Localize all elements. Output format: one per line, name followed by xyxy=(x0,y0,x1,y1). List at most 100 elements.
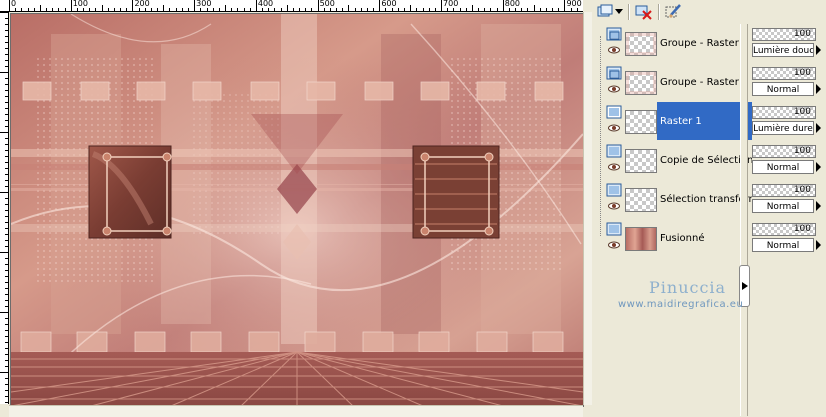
ruler-tick xyxy=(132,0,134,11)
blend-mode-arrow-icon[interactable] xyxy=(816,45,821,55)
layer-properties-row: 100 Lumière dure xyxy=(750,102,826,140)
new-layer-button[interactable] xyxy=(596,2,616,22)
opacity-slider[interactable]: 100 xyxy=(752,145,816,158)
ruler-tick xyxy=(5,240,8,241)
layer-row[interactable]: Raster 1 xyxy=(604,102,752,140)
opacity-slider[interactable]: 100 xyxy=(752,106,816,119)
ruler-tick xyxy=(5,378,8,379)
group-layer-icon[interactable] xyxy=(606,66,622,80)
ruler-tick xyxy=(416,8,418,11)
blend-mode-arrow-icon[interactable] xyxy=(816,162,821,172)
layer-row[interactable]: Sélection transform xyxy=(604,180,752,218)
vertical-ruler xyxy=(0,12,9,404)
ruler-label: 0 xyxy=(11,0,17,8)
raster-layer-icon[interactable] xyxy=(606,222,622,236)
layer-row[interactable]: Groupe - Raster 1 xyxy=(604,24,748,62)
eye-visibility-icon[interactable] xyxy=(608,241,620,249)
blend-mode-select[interactable]: Normal xyxy=(752,82,814,96)
ruler-tick xyxy=(490,8,492,11)
ruler-tick xyxy=(212,8,214,11)
blend-mode-arrow-icon[interactable] xyxy=(816,240,821,250)
ruler-tick xyxy=(5,84,8,85)
ruler-tick xyxy=(521,8,523,11)
new-layer-dropdown[interactable] xyxy=(614,2,624,22)
layer-row[interactable]: Groupe - Raster 1 xyxy=(604,63,748,101)
ruler-tick xyxy=(286,5,288,11)
ruler-tick xyxy=(64,8,66,11)
ruler-tick xyxy=(323,8,325,11)
layer-name[interactable]: Groupe - Raster 1 xyxy=(657,24,752,62)
ruler-tick xyxy=(95,8,97,11)
ruler-tick xyxy=(52,8,54,11)
ruler-tick xyxy=(5,330,8,331)
raster-layer-icon[interactable] xyxy=(606,183,622,197)
ruler-tick xyxy=(5,318,8,319)
edit-layer-button[interactable] xyxy=(664,2,684,22)
horizontal-scrollbar[interactable] xyxy=(9,405,583,417)
opacity-slider[interactable]: 100 xyxy=(752,184,816,197)
layer-name[interactable]: Groupe - Raster 1 xyxy=(657,63,752,101)
blend-mode-select[interactable]: Lumière douce xyxy=(752,43,814,57)
ruler-tick xyxy=(5,66,8,67)
blend-mode-arrow-icon[interactable] xyxy=(816,84,821,94)
group-layer-icon[interactable] xyxy=(606,27,622,41)
ruler-tick xyxy=(459,8,461,11)
ruler-tick xyxy=(5,216,8,217)
ruler-tick xyxy=(27,8,29,11)
layer-row[interactable]: Copie de Sélection xyxy=(604,141,752,179)
raster-layer-icon[interactable] xyxy=(606,144,622,158)
opacity-value: 100 xyxy=(793,29,811,39)
ruler-tick xyxy=(218,8,220,11)
ruler-tick xyxy=(5,198,8,199)
layer-row[interactable]: Fusionné xyxy=(604,219,740,257)
opacity-slider[interactable]: 100 xyxy=(752,28,816,41)
layers-palette: Groupe - Raster 1 Groupe - Raster 1 Raster… xyxy=(592,0,826,416)
ruler-tick xyxy=(5,354,8,355)
ruler-tick xyxy=(527,8,529,11)
layer-thumbnail[interactable] xyxy=(625,110,657,134)
layer-thumbnail[interactable] xyxy=(625,227,657,251)
ruler-tick xyxy=(15,8,17,11)
ruler-tick xyxy=(305,8,307,11)
ruler-tick xyxy=(274,8,276,11)
layer-name[interactable]: Raster 1 xyxy=(657,102,752,140)
ruler-tick xyxy=(391,8,393,11)
layer-thumbnail[interactable] xyxy=(625,149,657,173)
ruler-tick xyxy=(5,96,8,97)
layer-thumbnail[interactable] xyxy=(625,32,657,56)
blend-mode-select[interactable]: Normal xyxy=(752,199,814,213)
ruler-tick xyxy=(453,8,455,11)
layer-thumbnail[interactable] xyxy=(625,188,657,212)
palette-splitter[interactable] xyxy=(740,24,748,416)
layer-name[interactable]: Fusionné xyxy=(657,219,752,257)
layer-thumbnail[interactable] xyxy=(625,71,657,95)
eye-visibility-icon[interactable] xyxy=(608,46,620,54)
ruler-tick xyxy=(268,8,270,11)
opacity-value: 100 xyxy=(793,68,811,78)
ruler-tick xyxy=(5,48,8,49)
blend-mode-arrow-icon[interactable] xyxy=(816,201,821,211)
blend-mode-select[interactable]: Lumière dure xyxy=(752,121,814,135)
horizontal-ruler: 0 100 200 300 400 500 600 700 800 900 xyxy=(9,0,583,12)
image-canvas[interactable] xyxy=(10,13,584,407)
ruler-tick xyxy=(89,8,91,11)
ruler-tick xyxy=(21,8,23,11)
blend-mode-arrow-icon[interactable] xyxy=(816,123,821,133)
blend-mode-select[interactable]: Normal xyxy=(752,238,814,252)
raster-layer-icon[interactable] xyxy=(606,105,622,119)
eye-visibility-icon[interactable] xyxy=(608,202,620,210)
ruler-tick xyxy=(5,306,8,307)
eye-visibility-icon[interactable] xyxy=(608,85,620,93)
ruler-tick xyxy=(5,42,8,43)
eye-visibility-icon[interactable] xyxy=(608,124,620,132)
delete-layer-button[interactable] xyxy=(634,2,654,22)
ruler-tick xyxy=(0,72,8,73)
layer-properties-row: 100 Normal xyxy=(750,180,826,218)
opacity-slider[interactable]: 100 xyxy=(752,223,816,236)
eye-visibility-icon[interactable] xyxy=(608,163,620,171)
layer-name[interactable]: Sélection transform xyxy=(657,180,752,218)
opacity-slider[interactable]: 100 xyxy=(752,67,816,80)
layer-name[interactable]: Copie de Sélection xyxy=(657,141,752,179)
ruler-tick xyxy=(150,8,152,11)
blend-mode-select[interactable]: Normal xyxy=(752,160,814,174)
